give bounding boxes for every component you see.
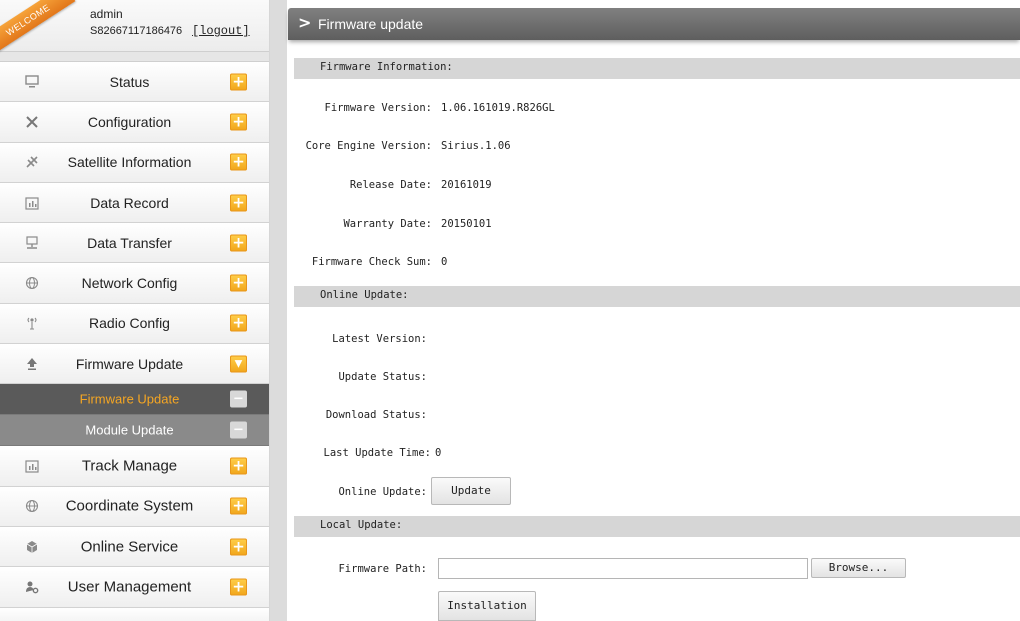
page-header: > Firmware update	[288, 8, 1020, 40]
menu-spacer	[0, 52, 269, 62]
welcome-ribbon: WELCOME	[0, 0, 76, 56]
update-button[interactable]: Update	[431, 477, 511, 505]
browse-button[interactable]: Browse...	[811, 558, 906, 578]
firmware-check-sum-label: Firmware Check Sum:	[311, 256, 432, 268]
sidebar-item-label: Network Config	[81, 275, 178, 292]
expand-icon[interactable]: +	[230, 538, 247, 556]
cube-icon	[24, 539, 40, 555]
chevron-right-icon: >	[298, 13, 312, 32]
last-update-time-value: 0	[435, 447, 442, 459]
core-engine-version-value: Sirius.1.06	[441, 140, 511, 152]
warranty-date-value: 20150101	[441, 218, 492, 230]
sidebar-item-network-config[interactable]: Network Config +	[0, 263, 269, 304]
firmware-version-label: Firmware Version:	[324, 102, 432, 114]
minus-icon: −	[230, 390, 247, 408]
download-status-label: Download Status:	[325, 409, 427, 421]
logout-link[interactable]: [logout]	[192, 24, 250, 38]
monitor-icon	[24, 74, 40, 90]
sidebar-item-satellite-information[interactable]: Satellite Information +	[0, 142, 269, 183]
section-title: Firmware Information:	[320, 61, 453, 73]
minus-icon: −	[230, 421, 247, 439]
sidebar-item-label: Status	[109, 73, 150, 90]
firmware-path-input[interactable]	[438, 558, 808, 579]
sidebar-item-user-management[interactable]: User Management +	[0, 567, 269, 608]
section-online-update: Online Update:	[294, 286, 1020, 307]
sidebar-item-data-record[interactable]: Data Record +	[0, 182, 269, 224]
user-name: admin	[90, 7, 123, 21]
expand-icon[interactable]: +	[230, 194, 247, 212]
core-engine-version-label: Core Engine Version:	[305, 140, 432, 152]
firmware-version-value: 1.06.161019.R826GL	[441, 102, 555, 114]
device-serial: S82667117186476	[90, 25, 183, 37]
main-content: > Firmware update Firmware Information: …	[287, 0, 1020, 621]
sidebar-item-partial	[0, 607, 269, 621]
tools-icon	[24, 114, 40, 130]
last-update-time-label: Last Update Time:	[323, 447, 431, 459]
section-title: Online Update:	[320, 289, 409, 301]
calendar-icon	[24, 458, 40, 474]
expand-icon[interactable]: +	[230, 578, 247, 596]
sidebar-item-label: Track Manage	[81, 457, 178, 475]
expand-icon[interactable]: +	[230, 153, 247, 171]
latest-version-label: Latest Version:	[332, 333, 427, 345]
expand-icon[interactable]: +	[230, 234, 247, 252]
sidebar-item-label: Firmware Update	[75, 355, 184, 372]
online-update-label: Online Update:	[338, 486, 427, 498]
section-title: Local Update:	[320, 519, 403, 531]
expand-icon[interactable]: +	[230, 73, 247, 91]
sidebar-item-radio-config[interactable]: Radio Config +	[0, 303, 269, 345]
sidebar-item-label: Online Service	[80, 538, 179, 556]
sidebar-gutter	[270, 0, 287, 621]
update-status-label: Update Status:	[338, 371, 427, 383]
user-panel: WELCOME admin S82667117186476 [logout]	[0, 0, 269, 56]
collapse-icon[interactable]: ▼	[230, 355, 247, 373]
sidebar-item-label: Radio Config	[89, 315, 170, 332]
sidebar: WELCOME admin S82667117186476 [logout] S…	[0, 0, 270, 621]
release-date-value: 20161019	[441, 179, 492, 191]
warranty-date-label: Warranty Date:	[343, 218, 432, 230]
expand-icon[interactable]: +	[230, 274, 247, 292]
sidebar-item-label: Satellite Information	[67, 154, 192, 171]
sidebar-item-label: Coordinate System	[65, 497, 194, 515]
sidebar-item-data-transfer[interactable]: Data Transfer +	[0, 223, 269, 264]
sidebar-item-firmware-update[interactable]: Firmware Update ▼	[0, 344, 269, 385]
submenu-item-module-update[interactable]: Module Update −	[0, 415, 269, 447]
page-title: Firmware update	[318, 16, 424, 32]
sidebar-item-label: Configuration	[87, 113, 172, 130]
section-local-update: Local Update:	[294, 516, 1020, 537]
submenu-item-firmware-update[interactable]: Firmware Update −	[0, 384, 269, 416]
sidebar-item-label: User Management	[67, 578, 192, 596]
globe-icon	[24, 498, 40, 514]
sidebar-item-label: Data Transfer	[87, 234, 172, 251]
sidebar-item-track-manage[interactable]: Track Manage +	[0, 446, 269, 487]
submenu-item-label: Firmware Update	[79, 391, 180, 407]
release-date-label: Release Date:	[349, 179, 432, 191]
globe-icon	[24, 275, 40, 291]
sidebar-item-configuration[interactable]: Configuration +	[0, 102, 269, 143]
antenna-icon	[24, 315, 40, 331]
sidebar-item-label: Data Record	[90, 194, 169, 211]
user-gear-icon	[24, 579, 40, 595]
upload-icon	[24, 356, 40, 372]
expand-icon[interactable]: +	[230, 314, 247, 332]
firmware-check-sum-value: 0	[441, 256, 448, 268]
sidebar-item-coordinate-system[interactable]: Coordinate System +	[0, 486, 269, 527]
sidebar-item-online-service[interactable]: Online Service +	[0, 526, 269, 568]
expand-icon[interactable]: +	[230, 497, 247, 515]
section-firmware-information: Firmware Information:	[294, 58, 1020, 79]
submenu-item-label: Module Update	[85, 422, 174, 438]
expand-icon[interactable]: +	[230, 457, 247, 475]
sidebar-item-status[interactable]: Status +	[0, 62, 269, 103]
calendar-icon	[24, 195, 40, 211]
expand-icon[interactable]: +	[230, 113, 247, 131]
installation-button[interactable]: Installation	[438, 591, 536, 621]
satellite-icon	[24, 154, 40, 170]
firmware-path-label: Firmware Path:	[338, 563, 427, 575]
network-box-icon	[24, 235, 40, 251]
